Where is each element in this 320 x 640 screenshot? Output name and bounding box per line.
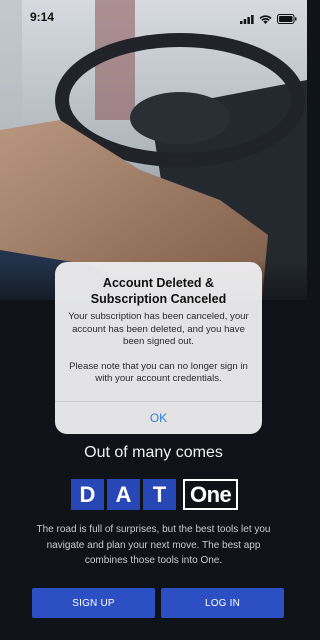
logo-letter-d: D [71,479,104,510]
status-bar: 9:14 [0,0,307,34]
logo-word-one: One [183,479,239,510]
alert-title: Account Deleted & Subscription Canceled [90,276,227,306]
status-time: 9:14 [30,10,55,24]
sign-up-button[interactable]: SIGN UP [32,588,155,618]
battery-icon [277,11,297,29]
alert-message: Your subscription has been canceled, you… [65,311,252,386]
alert-ok-button[interactable]: OK [55,402,262,434]
description: The road is full of surprises, but the b… [36,524,271,566]
logo-letter-t: T [143,479,176,510]
wifi-icon [259,11,272,29]
alert-message-subscription: Your subscription has been canceled, you… [68,311,249,347]
logo-letter-a: A [107,479,140,510]
alert-message-credentials: Please note that you can no longer sign … [69,360,248,385]
cellular-signal-icon [240,11,254,29]
status-icons [240,11,297,29]
account-deleted-alert: Account Deleted & Subscription Canceled … [55,262,262,434]
log-in-button[interactable]: LOG IN [161,588,284,618]
tagline: Out of many comes [84,444,223,461]
dat-one-logo: D A T One [71,479,239,510]
welcome-screen: 9:14 Out of many comes D A T One The roa… [0,0,307,640]
